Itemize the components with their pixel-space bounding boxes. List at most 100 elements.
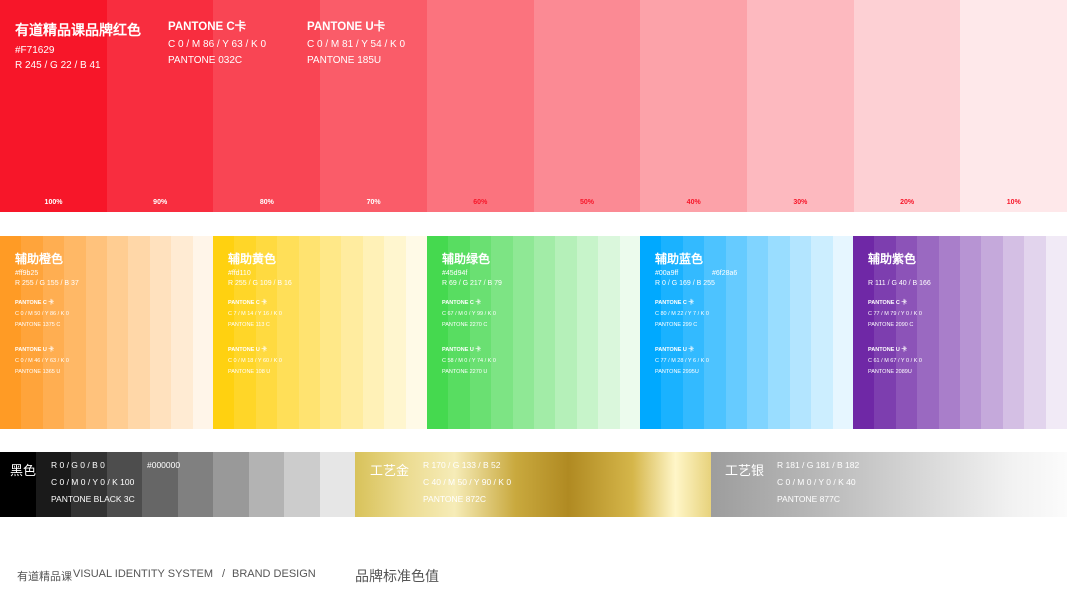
footer-design: BRAND DESIGN: [232, 568, 316, 580]
brand-red-tint-strip: [426, 0, 534, 212]
aux-tint-strip: [192, 236, 214, 429]
brand-red-tint-strip: [533, 0, 641, 212]
brand-red-rgb: R 245 / G 22 / B 41: [15, 60, 101, 71]
aux-green-c-code: PANTONE 2270 C: [442, 322, 488, 328]
aux-purple-rgb: R 111 / G 40 / B 166: [868, 280, 931, 287]
aux-green-hex: #45d94f: [442, 270, 468, 277]
footer-section-title: 品牌标准色值: [355, 568, 439, 584]
aux-tint-strip: [320, 236, 342, 429]
aux-tint-strip: [534, 236, 556, 429]
aux-tint-strip: [512, 236, 535, 429]
black-cmyk: C 0 / M 0 / Y 0 / K 100: [51, 477, 135, 487]
aux-tint-strip: [598, 236, 621, 429]
aux-purple-title: 辅助紫色: [868, 252, 917, 266]
aux-blue-u-title: PANTONE U 卡: [655, 347, 694, 353]
aux-orange-hex: #ff9b25: [15, 270, 39, 277]
brand-red-pantone-u-title: PANTONE U卡: [307, 21, 386, 33]
aux-tint-strip: [491, 236, 514, 429]
aux-blue-rgb: R 0 / G 169 / B 255: [655, 280, 715, 287]
aux-yellow-c-title: PANTONE C 卡: [228, 300, 267, 306]
aux-yellow-title: 辅助黄色: [228, 252, 277, 266]
silver-title: 工艺银: [725, 463, 765, 478]
aux-tint-strip: [171, 236, 194, 429]
aux-orange-c-title: PANTONE C 卡: [15, 300, 54, 306]
aux-tint-strip: [277, 236, 300, 429]
gold-title: 工艺金: [370, 463, 410, 478]
silver-gradient-swatch: [711, 452, 1067, 517]
aux-palette-yellow: 辅助黄色 #ffd110 R 255 / G 109 / B 16 PANTON…: [213, 236, 427, 429]
aux-orange-u-title: PANTONE U 卡: [15, 347, 54, 353]
aux-green-u-code: PANTONE 2270 U: [442, 369, 488, 375]
aux-blue-c-values: C 80 / M 22 / Y 7 / K 0: [655, 311, 709, 317]
silver-rgb: R 181 / G 181 / B 182: [777, 460, 860, 470]
aux-yellow-c-code: PANTONE 113 C: [228, 322, 270, 328]
aux-tint-strip: [725, 236, 748, 429]
aux-blue-c-title: PANTONE C 卡: [655, 300, 694, 306]
aux-tint-strip: [747, 236, 769, 429]
brand-red-tint-label: 100%: [44, 199, 63, 206]
aux-orange-rgb: R 255 / G 155 / B 37: [15, 280, 79, 287]
aux-yellow-rgb: R 255 / G 109 / B 16: [228, 280, 292, 287]
aux-blue-u-values: C 77 / M 28 / Y 6 / K 0: [655, 358, 709, 364]
aux-tint-strip: [85, 236, 108, 429]
brand-red-tint-label: 70%: [366, 199, 381, 206]
aux-yellow-c-values: C 7 / M 14 / Y 16 / K 0: [228, 311, 282, 317]
aux-green-u-values: C 58 / M 0 / Y 74 / K 0: [442, 358, 496, 364]
aux-yellow-u-title: PANTONE U 卡: [228, 347, 267, 353]
aux-blue-hex-secondary: #6f28a6: [712, 270, 738, 277]
footer-separator: /: [222, 568, 226, 580]
brand-red-pantone-u-code: PANTONE 185U: [307, 55, 382, 66]
aux-purple-u-code: PANTONE 2089U: [868, 369, 912, 375]
aux-tint-strip: [384, 236, 407, 429]
silver-cmyk: C 0 / M 0 / Y 0 / K 40: [777, 477, 856, 487]
aux-purple-c-title: PANTONE C 卡: [868, 300, 907, 306]
black-pantone: PANTONE BLACK 3C: [51, 494, 135, 504]
aux-tint-strip: [938, 236, 961, 429]
aux-green-c-values: C 67 / M 0 / Y 99 / K 0: [442, 311, 496, 317]
brand-red-pantone-c-title: PANTONE C卡: [168, 21, 247, 33]
aux-tint-strip: [619, 236, 641, 429]
black-hex: #000000: [147, 460, 181, 470]
gold-rgb: R 170 / G 133 / B 52: [423, 460, 501, 470]
aux-purple-u-title: PANTONE U 卡: [868, 347, 907, 353]
black-rgb: R 0 / G 0 / B 0: [51, 460, 105, 470]
aux-tint-strip: [1002, 236, 1025, 429]
black-gold-silver-row: 黑色 R 0 / G 0 / B 0 #000000 C 0 / M 0 / Y…: [0, 452, 1067, 517]
brand-red-tint-label: 80%: [259, 199, 274, 206]
aux-green-rgb: R 69 / G 217 / B 79: [442, 280, 502, 287]
brand-red-title: 有道精品课品牌红色: [15, 22, 141, 38]
aux-orange-u-code: PANTONE 1365 U: [15, 369, 61, 375]
aux-orange-u-values: C 0 / M 46 / Y 63 / K 0: [15, 358, 69, 364]
aux-green-title: 辅助绿色: [442, 252, 491, 266]
gold-cmyk: C 40 / M 50 / Y 90 / K 0: [423, 477, 512, 487]
black-tint-strip: [177, 452, 214, 517]
aux-yellow-u-code: PANTONE 108 U: [228, 369, 271, 375]
black-tint-strip: [319, 452, 356, 517]
black-tint-strip: [213, 452, 249, 517]
brand-red-tint-strip: [853, 0, 961, 212]
aux-purple-c-code: PANTONE 2090 C: [868, 322, 914, 328]
brand-red-tint-label: 90%: [153, 199, 168, 206]
brand-red-tint-strip: [640, 0, 748, 212]
aux-tint-strip: [555, 236, 578, 429]
aux-tint-strip: [832, 236, 854, 429]
brand-red-tint-label: 60%: [473, 199, 488, 206]
gold-pantone: PANTONE 872C: [423, 494, 486, 504]
aux-orange-c-code: PANTONE 1375 C: [15, 322, 61, 328]
black-tint-strip: [284, 452, 320, 517]
aux-tint-strip: [128, 236, 151, 429]
brand-red-pantone-c-code: PANTONE 032C: [168, 55, 243, 66]
aux-tint-strip: [341, 236, 364, 429]
aux-tint-strip: [298, 236, 321, 429]
footer-system: VISUAL IDENTITY SYSTEM: [73, 568, 213, 580]
aux-yellow-u-values: C 0 / M 18 / Y 60 / K 0: [228, 358, 282, 364]
aux-tint-strip: [362, 236, 385, 429]
aux-purple-u-values: C 61 / M 67 / Y 0 / K 0: [868, 358, 922, 364]
brand-red-tint-label: 40%: [686, 199, 701, 206]
aux-blue-c-code: PANTONE 299 C: [655, 322, 698, 328]
silver-pantone: PANTONE 877C: [777, 494, 840, 504]
aux-orange-c-values: C 0 / M 50 / Y 86 / K 0: [15, 311, 69, 317]
aux-tint-strip: [811, 236, 834, 429]
aux-tint-strip: [960, 236, 982, 429]
aux-tint-strip: [704, 236, 727, 429]
